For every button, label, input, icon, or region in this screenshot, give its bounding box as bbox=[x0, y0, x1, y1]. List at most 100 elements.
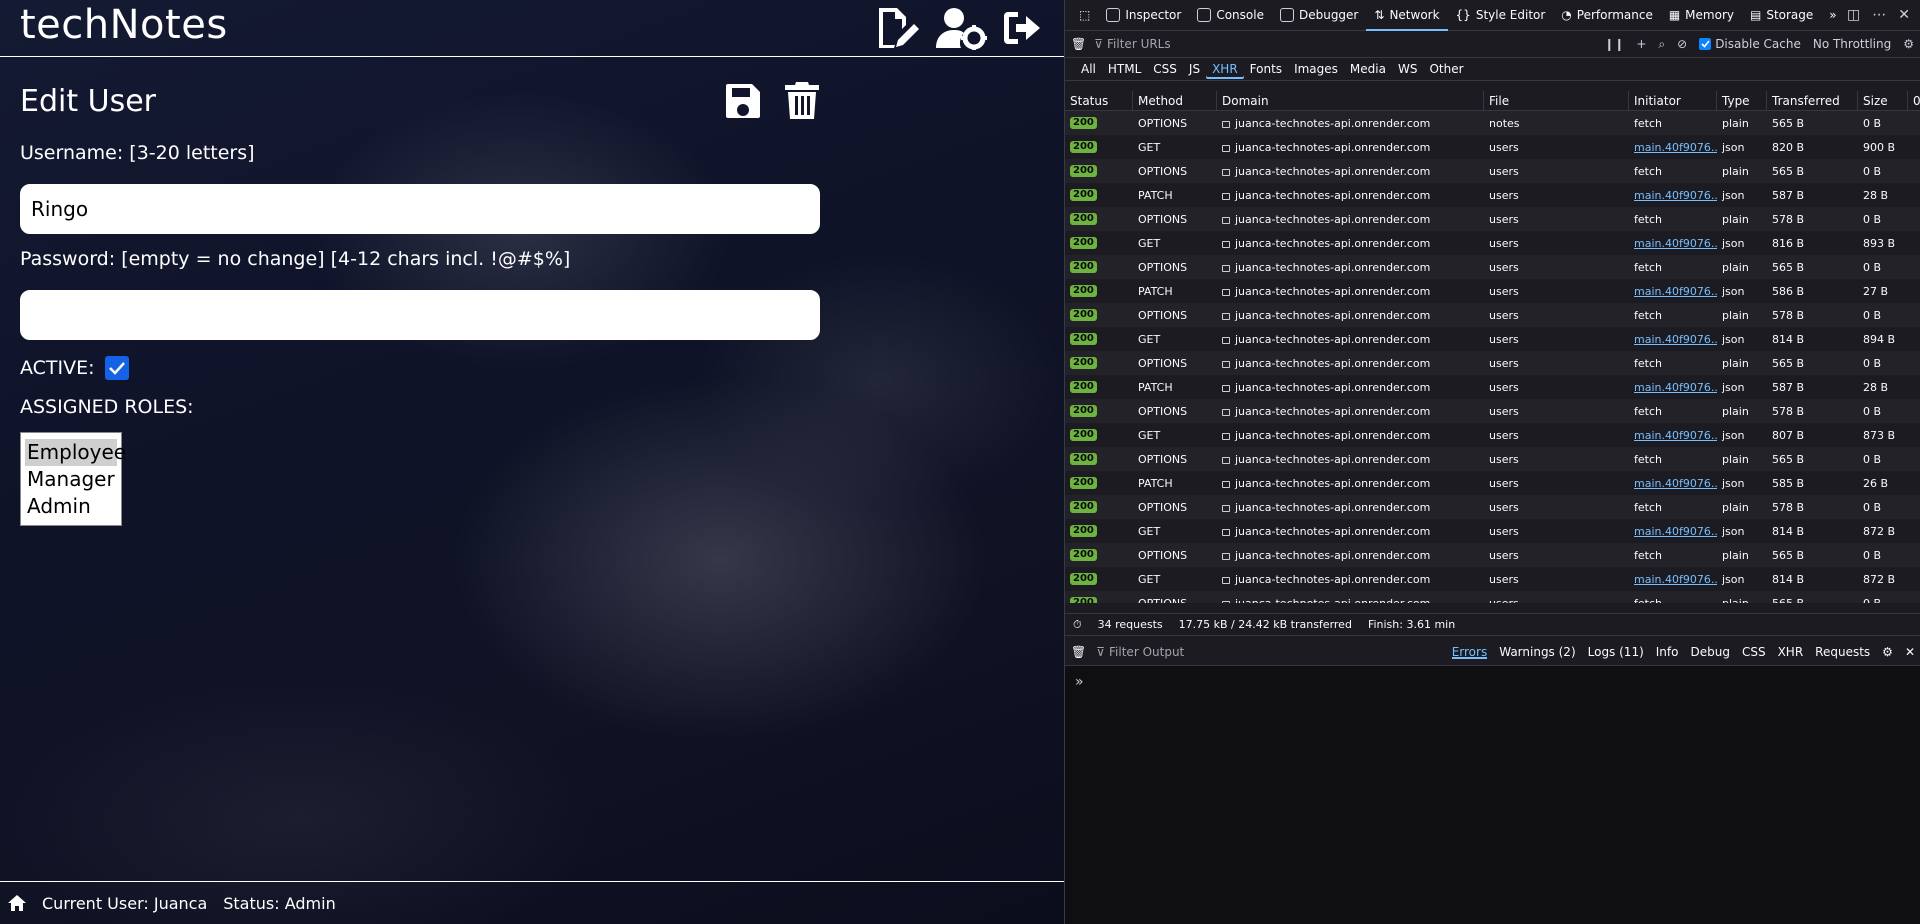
app-title[interactable]: techNotes bbox=[20, 2, 228, 48]
network-request-row[interactable]: 200 PATCH juanca-technotes-api.onrender.co… bbox=[1065, 471, 1920, 495]
column-header-initiator[interactable]: Initiator bbox=[1629, 91, 1717, 110]
level-requests[interactable]: Requests bbox=[1815, 645, 1870, 659]
network-request-row[interactable]: 200 GET juanca-technotes-api.onrender.com u… bbox=[1065, 519, 1920, 543]
column-header-size[interactable]: Size bbox=[1858, 91, 1908, 110]
level-warnings[interactable]: Warnings (2) bbox=[1499, 645, 1575, 659]
column-header-extra[interactable]: 0 bbox=[1908, 91, 1920, 110]
network-request-row[interactable]: 200 OPTIONS juanca-technotes-api.onrender.… bbox=[1065, 591, 1920, 603]
settings-gear-icon[interactable]: ⚙ bbox=[1903, 37, 1914, 51]
column-header-file[interactable]: File bbox=[1484, 91, 1629, 110]
disable-cache-checkbox[interactable] bbox=[1699, 38, 1712, 50]
type-filter-other[interactable]: Other bbox=[1423, 60, 1469, 79]
network-request-row[interactable]: 200 OPTIONS juanca-technotes-api.onrender.… bbox=[1065, 399, 1920, 423]
network-request-row[interactable]: 200 OPTIONS juanca-technotes-api.onrender.… bbox=[1065, 495, 1920, 519]
initiator-link[interactable]: main.40f9076... bbox=[1634, 477, 1717, 490]
type-filter-ws[interactable]: WS bbox=[1392, 60, 1423, 79]
type-filter-fonts[interactable]: Fonts bbox=[1244, 60, 1288, 79]
network-request-row[interactable]: 200 OPTIONS juanca-technotes-api.onrender.… bbox=[1065, 447, 1920, 471]
type-filter-js[interactable]: JS bbox=[1183, 60, 1206, 79]
initiator-link[interactable]: main.40f9076... bbox=[1634, 381, 1717, 394]
tab-storage[interactable]: ▤ Storage bbox=[1742, 0, 1821, 31]
dock-icon[interactable]: ◫ bbox=[1847, 7, 1860, 23]
network-request-row[interactable]: 200 OPTIONS juanca-technotes-api.onrender.… bbox=[1065, 543, 1920, 567]
clear-requests-icon[interactable]: 🗑 bbox=[1071, 37, 1086, 51]
console-prompt-icon[interactable]: » bbox=[1075, 674, 1084, 690]
logout-button[interactable] bbox=[1002, 8, 1046, 48]
console-output[interactable]: » bbox=[1065, 666, 1920, 924]
pause-icon[interactable]: ❙❙ bbox=[1604, 37, 1624, 51]
column-header-domain[interactable]: Domain bbox=[1217, 91, 1484, 110]
disable-cache-toggle[interactable]: Disable Cache bbox=[1699, 37, 1801, 51]
close-icon[interactable]: ✕ bbox=[1898, 7, 1910, 23]
initiator-link[interactable]: main.40f9076... bbox=[1634, 189, 1717, 202]
initiator-link[interactable]: main.40f9076... bbox=[1634, 573, 1717, 586]
network-request-row[interactable]: 200 GET juanca-technotes-api.onrender.com u… bbox=[1065, 135, 1920, 159]
pick-element-button[interactable]: ⬚ bbox=[1071, 0, 1098, 31]
type-filter-html[interactable]: HTML bbox=[1102, 60, 1147, 79]
level-xhr[interactable]: XHR bbox=[1778, 645, 1804, 659]
network-request-row[interactable]: 200 OPTIONS juanca-technotes-api.onrender.… bbox=[1065, 207, 1920, 231]
type-filter-media[interactable]: Media bbox=[1344, 60, 1392, 79]
network-request-row[interactable]: 200 PATCH juanca-technotes-api.onrender.co… bbox=[1065, 279, 1920, 303]
network-request-row[interactable]: 200 GET juanca-technotes-api.onrender.com u… bbox=[1065, 567, 1920, 591]
active-checkbox[interactable] bbox=[104, 356, 129, 380]
tab-memory[interactable]: ▦ Memory bbox=[1661, 0, 1742, 31]
filter-output-input[interactable]: ⊽ Filter Output bbox=[1096, 645, 1441, 659]
network-request-row[interactable]: 200 GET juanca-technotes-api.onrender.com u… bbox=[1065, 327, 1920, 351]
level-css[interactable]: CSS bbox=[1742, 645, 1766, 659]
plus-icon[interactable]: + bbox=[1636, 37, 1646, 51]
notes-edit-button[interactable] bbox=[876, 6, 922, 50]
type-filter-images[interactable]: Images bbox=[1288, 60, 1344, 79]
network-request-row[interactable]: 200 OPTIONS juanca-technotes-api.onrender.… bbox=[1065, 159, 1920, 183]
network-request-row[interactable]: 200 OPTIONS juanca-technotes-api.onrender.… bbox=[1065, 351, 1920, 375]
delete-button[interactable] bbox=[784, 81, 820, 121]
network-request-row[interactable]: 200 PATCH juanca-technotes-api.onrender.co… bbox=[1065, 183, 1920, 207]
search-icon[interactable]: ⌕ bbox=[1658, 37, 1665, 52]
network-request-row[interactable]: 200 PATCH juanca-technotes-api.onrender.co… bbox=[1065, 375, 1920, 399]
column-header-transferred[interactable]: Transferred bbox=[1767, 91, 1858, 110]
column-header-method[interactable]: Method bbox=[1133, 91, 1217, 110]
filter-urls-input[interactable]: ⊽ Filter URLs bbox=[1094, 37, 1596, 51]
initiator-link[interactable]: main.40f9076... bbox=[1634, 525, 1717, 538]
level-errors[interactable]: Errors bbox=[1452, 645, 1488, 659]
home-button[interactable] bbox=[8, 895, 26, 911]
type-filter-xhr[interactable]: XHR bbox=[1206, 60, 1244, 79]
type-filter-all[interactable]: All bbox=[1075, 60, 1102, 79]
initiator-link[interactable]: main.40f9076... bbox=[1634, 237, 1717, 250]
username-input[interactable] bbox=[20, 184, 820, 234]
close-console-icon[interactable]: ✕ bbox=[1905, 645, 1915, 659]
clear-console-icon[interactable]: 🗑 bbox=[1071, 645, 1086, 659]
password-input[interactable] bbox=[20, 290, 820, 340]
tab-inspector[interactable]: Inspector bbox=[1098, 0, 1189, 31]
roles-select[interactable]: Employee Manager Admin bbox=[20, 432, 126, 526]
initiator-link[interactable]: main.40f9076... bbox=[1634, 285, 1717, 298]
console-settings-gear-icon[interactable]: ⚙ bbox=[1882, 645, 1893, 659]
throttling-select[interactable]: No Throttling bbox=[1813, 37, 1891, 51]
role-option[interactable]: Employee bbox=[25, 439, 126, 466]
column-header-type[interactable]: Type bbox=[1717, 91, 1767, 110]
level-debug[interactable]: Debug bbox=[1690, 645, 1729, 659]
network-request-row[interactable]: 200 OPTIONS juanca-technotes-api.onrender.… bbox=[1065, 303, 1920, 327]
tab-style-editor[interactable]: {} Style Editor bbox=[1448, 0, 1554, 31]
role-option[interactable]: Manager bbox=[25, 466, 117, 493]
type-filter-css[interactable]: CSS bbox=[1147, 60, 1183, 79]
initiator-link[interactable]: main.40f9076... bbox=[1634, 141, 1717, 154]
block-icon[interactable]: ⊘ bbox=[1677, 37, 1687, 51]
level-logs[interactable]: Logs (11) bbox=[1588, 645, 1644, 659]
more-tabs-button[interactable]: » bbox=[1821, 0, 1844, 31]
initiator-link[interactable]: main.40f9076... bbox=[1634, 429, 1717, 442]
column-header-status[interactable]: Status bbox=[1065, 91, 1133, 110]
network-request-row[interactable]: 200 GET juanca-technotes-api.onrender.com u… bbox=[1065, 231, 1920, 255]
save-button[interactable] bbox=[724, 81, 762, 121]
more-options-icon[interactable]: ⋯ bbox=[1872, 7, 1886, 23]
users-settings-button[interactable] bbox=[936, 6, 988, 50]
tab-performance[interactable]: ◔ Performance bbox=[1553, 0, 1661, 31]
initiator-link[interactable]: main.40f9076... bbox=[1634, 333, 1717, 346]
level-info[interactable]: Info bbox=[1656, 645, 1679, 659]
tab-debugger[interactable]: Debugger bbox=[1272, 0, 1366, 31]
role-option[interactable]: Admin bbox=[25, 493, 117, 520]
network-request-row[interactable]: 200 OPTIONS juanca-technotes-api.onrender.… bbox=[1065, 111, 1920, 135]
network-request-row[interactable]: 200 GET juanca-technotes-api.onrender.com u… bbox=[1065, 423, 1920, 447]
tab-network[interactable]: ⇅ Network bbox=[1366, 0, 1447, 31]
tab-console[interactable]: Console bbox=[1189, 0, 1272, 31]
